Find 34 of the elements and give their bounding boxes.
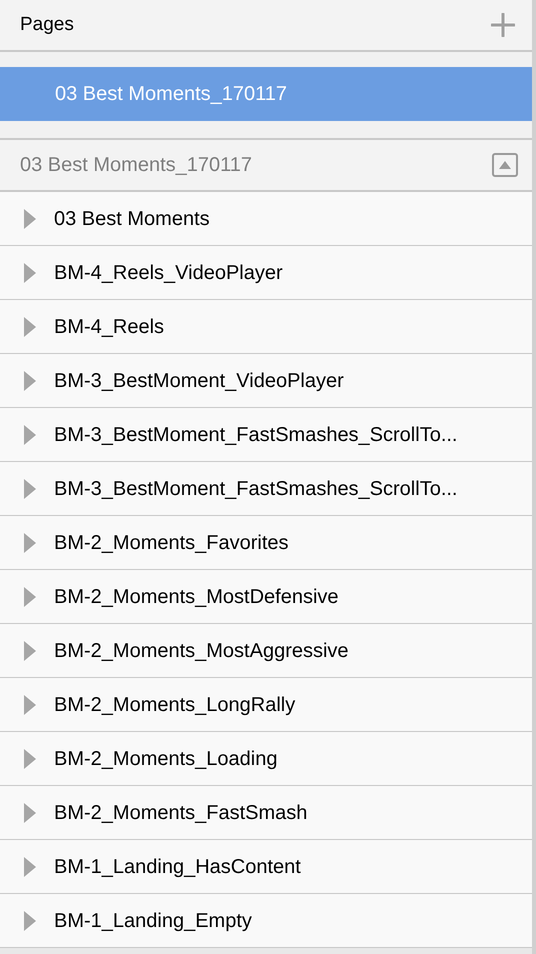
layer-name: BM-2_Moments_MostDefensive [54, 584, 339, 610]
layer-name: BM-3_BestMoment_VideoPlayer [54, 368, 344, 394]
collapse-button[interactable] [492, 153, 518, 177]
disclosure-triangle-icon[interactable] [24, 694, 36, 714]
layer-name: BM-4_Reels_VideoPlayer [54, 260, 283, 286]
layer-name: BM-2_Moments_Favorites [54, 530, 289, 556]
layer-name: BM-2_Moments_Loading [54, 746, 278, 772]
disclosure-triangle-icon[interactable] [24, 748, 36, 768]
disclosure-triangle-icon[interactable] [24, 316, 36, 336]
disclosure-triangle-icon[interactable] [24, 478, 36, 498]
layer-name: BM-2_Moments_FastSmash [54, 800, 308, 826]
panel-title: Pages [20, 12, 74, 37]
disclosure-triangle-icon[interactable] [24, 532, 36, 552]
layer-name: BM-4_Reels [54, 314, 164, 340]
disclosure-triangle-icon[interactable] [24, 208, 36, 228]
disclosure-triangle-icon[interactable] [24, 586, 36, 606]
layer-name: BM-1_Landing_HasContent [54, 854, 301, 880]
disclosure-triangle-icon[interactable] [24, 424, 36, 444]
disclosure-triangle-icon[interactable] [24, 262, 36, 282]
add-page-button[interactable] [490, 12, 516, 38]
layer-name: BM-2_Moments_MostAggressive [54, 638, 349, 664]
triangle-up-icon [498, 160, 512, 170]
layer-name: 03 Best Moments [54, 206, 210, 232]
disclosure-triangle-icon[interactable] [24, 856, 36, 876]
disclosure-triangle-icon[interactable] [24, 802, 36, 822]
section-title: 03 Best Moments_170117 [20, 153, 252, 178]
layer-name: BM-2_Moments_LongRally [54, 692, 296, 718]
disclosure-triangle-icon[interactable] [24, 370, 36, 390]
layer-name: BM-3_BestMoment_FastSmashes_ScrollTo... [54, 476, 458, 502]
disclosure-triangle-icon[interactable] [24, 910, 36, 930]
layer-name: BM-1_Landing_Empty [54, 908, 252, 934]
plus-icon [491, 13, 515, 37]
disclosure-triangle-icon[interactable] [24, 640, 36, 660]
layer-name: BM-3_BestMoment_FastSmashes_ScrollTo... [54, 422, 458, 448]
